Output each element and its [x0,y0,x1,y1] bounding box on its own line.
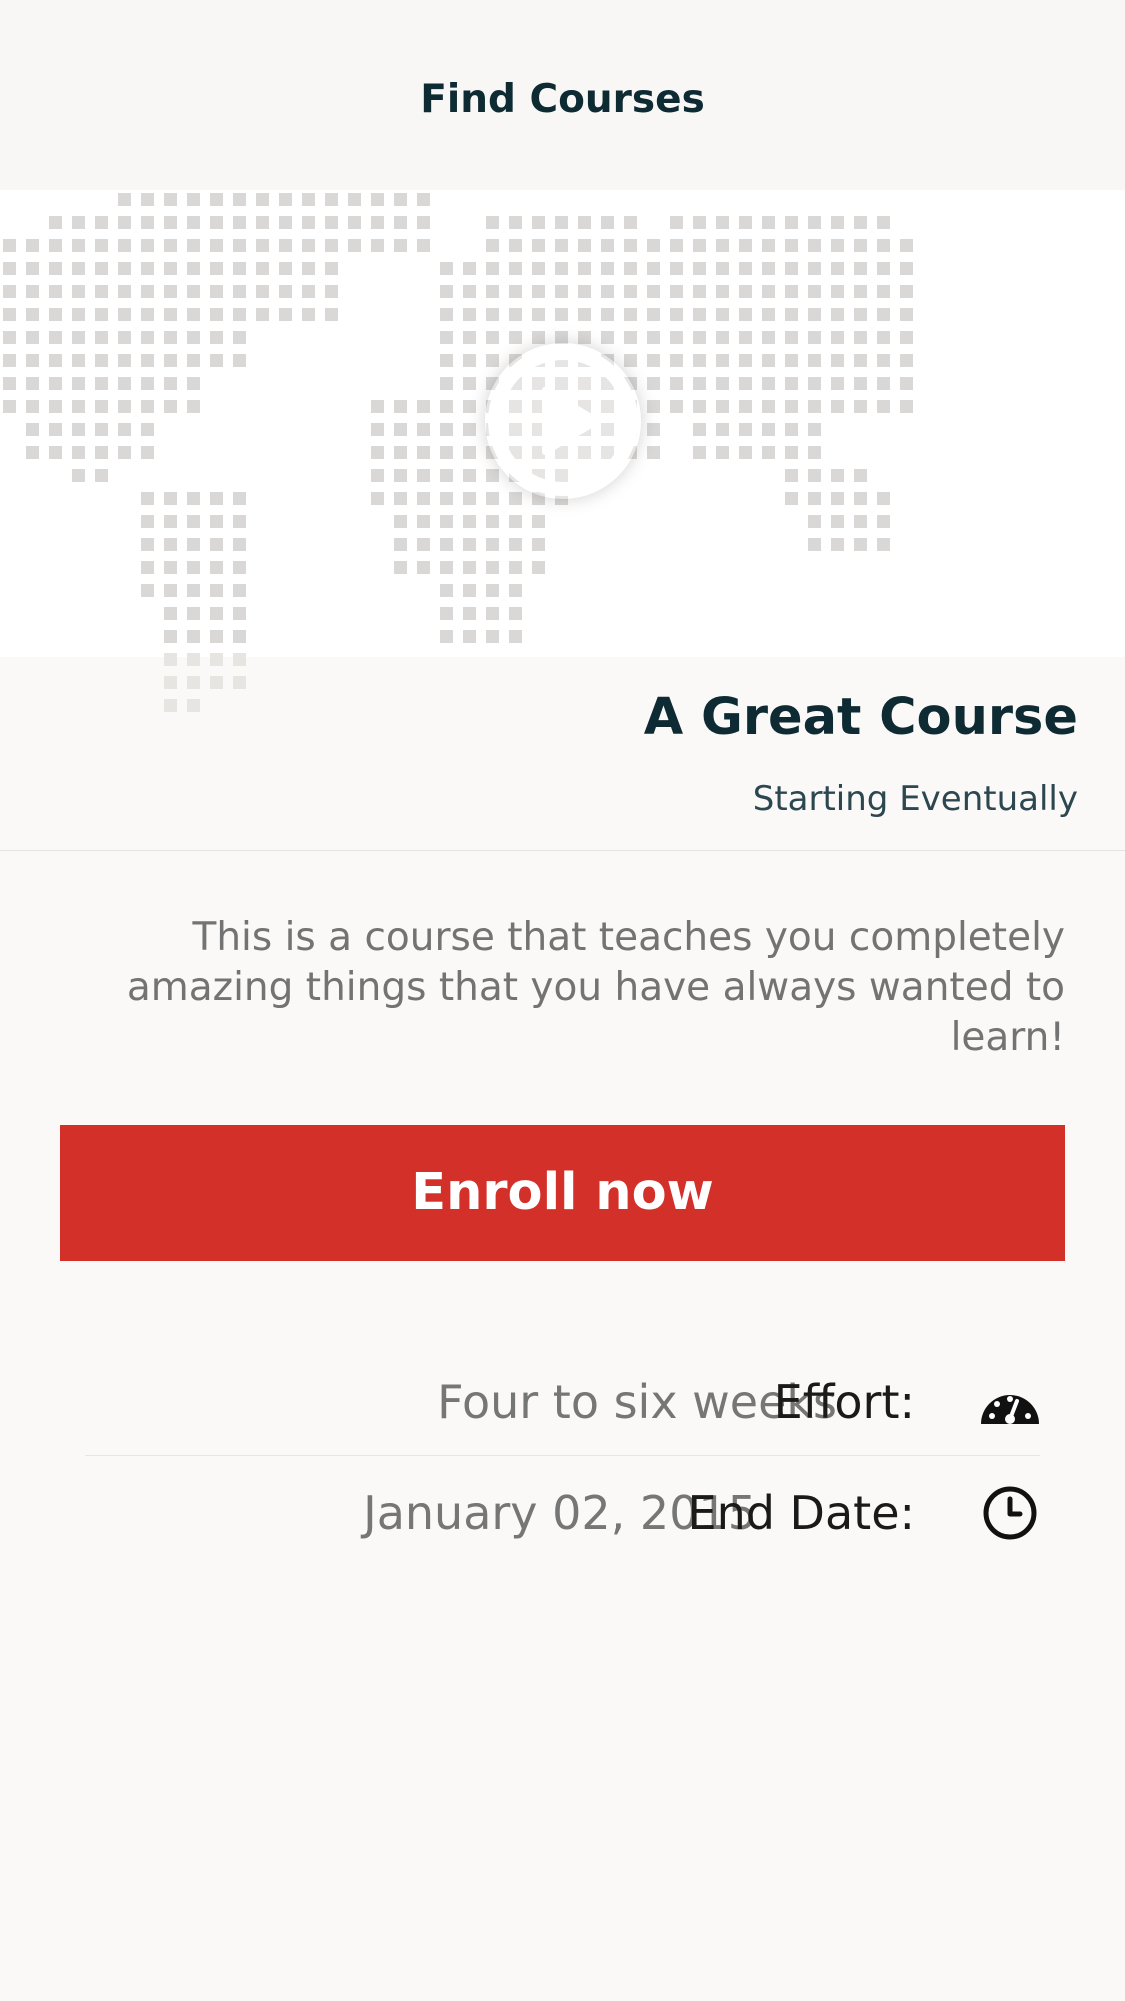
world-map-illustration [3,193,913,712]
nav-bar: Find Courses [0,0,1125,190]
play-video-button[interactable] [485,343,641,499]
effort-label: Effort: [773,1375,915,1429]
dashboard-gauge-icon [981,1395,1039,1424]
enroll-button[interactable]: Enroll now [60,1125,1065,1261]
section-divider [0,850,1125,851]
course-description: This is a course that teaches you comple… [126,915,1065,1060]
course-hero [0,190,1125,850]
clock-icon [983,1486,1037,1540]
play-circle-icon [488,346,638,496]
end-date-label: End Date: [687,1486,915,1540]
nav-title: Find Courses [420,77,705,122]
course-title: A Great Course [643,688,1078,747]
course-start-date: Starting Eventually [752,779,1078,819]
effort-row: Four to six weeks Effort: [85,1362,1040,1442]
end-date-row: January 02, 2015 End Date: [85,1473,1040,1553]
details-divider [85,1455,1040,1456]
